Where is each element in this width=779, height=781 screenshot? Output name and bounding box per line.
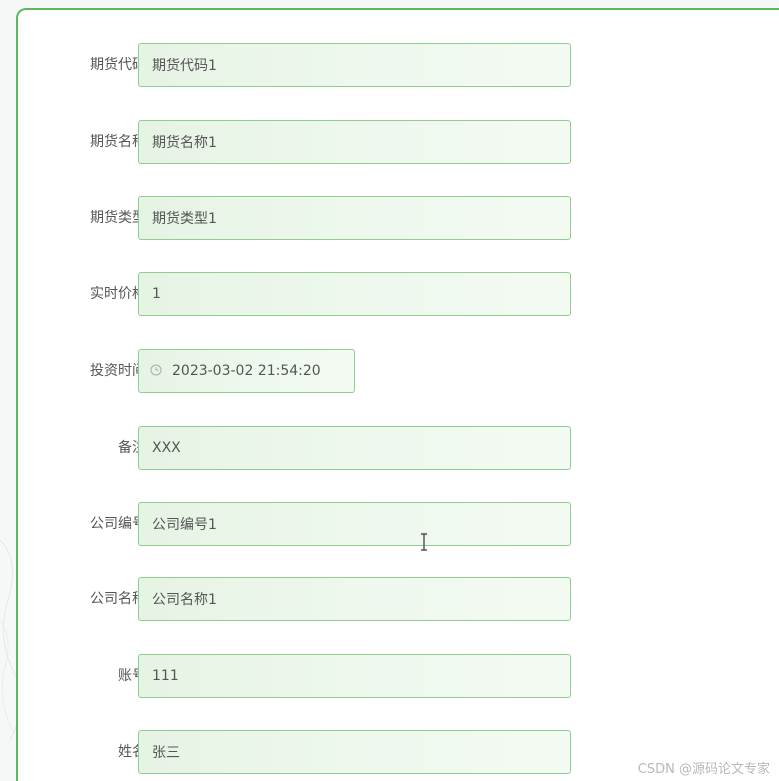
company-name-label: 公司名称 (90, 591, 146, 607)
form-row-futures-name: 期货名称 (18, 120, 778, 164)
futures-name-label: 期货名称 (90, 134, 146, 150)
remarks-label: 备注 (118, 440, 146, 456)
form-row-company-name: 公司名称 (18, 577, 778, 621)
futures-code-label: 期货代码 (90, 57, 146, 73)
futures-name-input[interactable] (138, 120, 571, 164)
form-card: 期货代码 期货名称 期货类型 实时价格 投资时间 备注 (16, 8, 779, 781)
form-row-remarks: 备注 (18, 426, 778, 470)
clock-icon (150, 364, 162, 376)
futures-type-input[interactable] (138, 196, 571, 240)
form-row-account: 账号 (18, 654, 778, 698)
form-row-investment-time: 投资时间 (18, 349, 778, 393)
full-name-label: 姓名 (118, 744, 146, 760)
company-id-input[interactable] (138, 502, 571, 546)
form-row-futures-type: 期货类型 (18, 196, 778, 240)
realtime-price-label: 实时价格 (90, 286, 146, 302)
futures-type-label: 期货类型 (90, 210, 146, 226)
form-row-realtime-price: 实时价格 (18, 272, 778, 316)
investment-time-input[interactable] (138, 349, 355, 393)
form-row-company-id: 公司编号 (18, 502, 778, 546)
text-cursor-icon (421, 533, 427, 551)
watermark: CSDN @源码论文专家 (637, 762, 770, 777)
investment-time-label: 投资时间 (90, 363, 146, 379)
full-name-input[interactable] (138, 730, 571, 774)
company-id-label: 公司编号 (90, 516, 146, 532)
futures-code-input[interactable] (138, 43, 571, 87)
realtime-price-input[interactable] (138, 272, 571, 316)
account-label: 账号 (118, 668, 146, 684)
company-name-input[interactable] (138, 577, 571, 621)
form-row-futures-code: 期货代码 (18, 43, 778, 87)
account-input[interactable] (138, 654, 571, 698)
page: 期货代码 期货名称 期货类型 实时价格 投资时间 备注 (0, 0, 779, 781)
remarks-input[interactable] (138, 426, 571, 470)
